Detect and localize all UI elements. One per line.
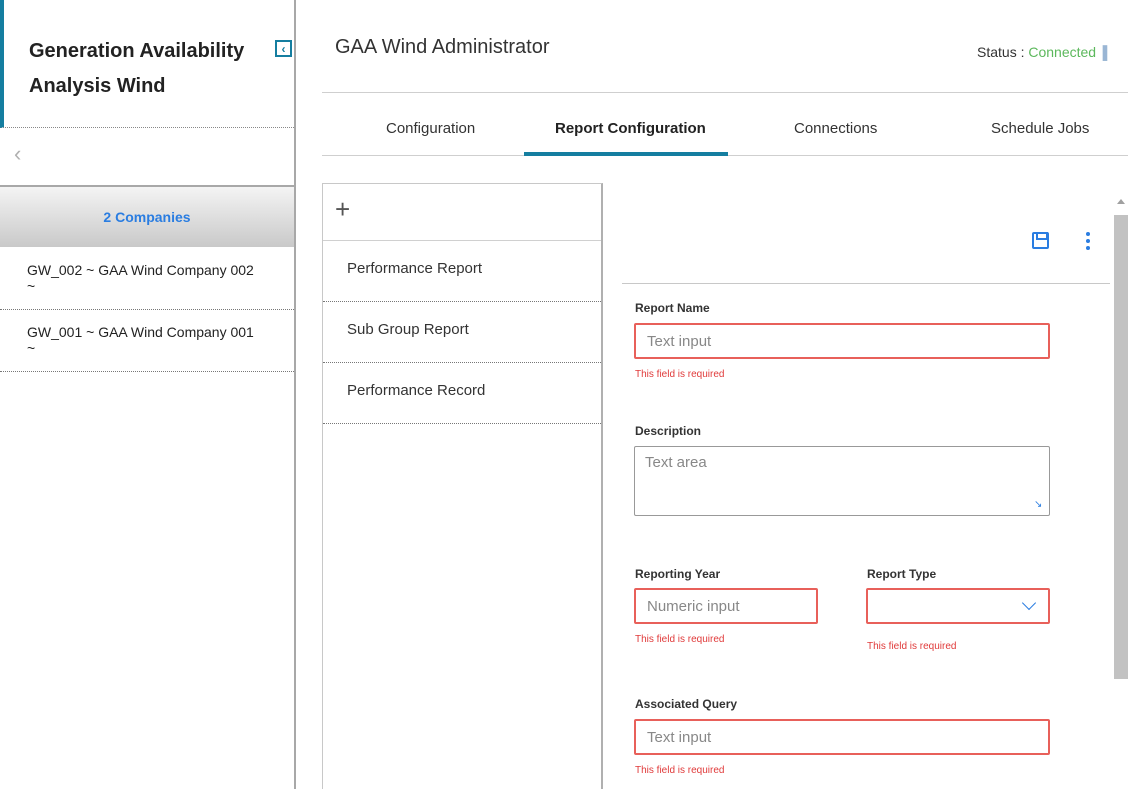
plus-icon[interactable]: + [335,196,350,222]
associated-query-label: Associated Query [635,697,738,711]
active-tab-indicator [524,152,728,156]
report-name-input[interactable] [634,323,1050,359]
reporting-year-input[interactable] [634,588,818,624]
report-form-panel: Report Name This field is required Descr… [604,183,1129,789]
scrollbar-thumb[interactable] [1114,215,1128,679]
add-report-row: + [323,184,601,241]
save-icon[interactable] [1032,232,1049,249]
reports-list-panel: + Performance Report Sub Group Report Pe… [322,183,603,789]
report-name-label: Report Name [635,301,710,315]
company-list: GW_002 ~ GAA Wind Company 002 ~ GW_001 ~… [0,248,294,372]
back-button[interactable]: ‹ [14,143,21,165]
status-value: Connected [1028,44,1097,60]
report-name-error: This field is required [635,369,725,380]
status-label: Status : [977,44,1029,60]
header-divider [322,92,1128,93]
resize-handle-icon[interactable]: ↘ [1034,500,1045,511]
scroll-up-arrow-icon[interactable] [1117,199,1125,204]
company-item-gw-001[interactable]: GW_001 ~ GAA Wind Company 001 ~ [0,310,294,372]
tab-report-configuration[interactable]: Report Configuration [555,120,706,137]
company-item-label: GW_001 ~ GAA Wind Company 001 ~ [27,324,254,356]
description-placeholder: Text area [645,454,707,471]
sidebar: Generation Availability Analysis Wind ‹ … [0,0,296,789]
report-item-sub-group-report[interactable]: Sub Group Report [323,302,601,363]
report-type-select[interactable] [866,588,1050,624]
chevron-left-icon: ‹ [281,41,286,56]
page-title: GAA Wind Administrator [335,36,550,58]
description-label: Description [635,424,702,438]
signal-icon: ▐ [1098,45,1108,60]
form-toolbar-divider [622,283,1110,284]
companies-count-label: 2 Companies [103,209,191,225]
more-vertical-icon[interactable] [1086,232,1090,250]
tab-bar: Configuration Report Configuration Conne… [322,108,1128,156]
chevron-left-icon: ‹ [14,141,22,166]
company-item-gw-002[interactable]: GW_002 ~ GAA Wind Company 002 ~ [0,248,294,310]
tab-configuration[interactable]: Configuration [386,120,475,137]
reporting-year-error: This field is required [635,634,725,645]
company-item-label: GW_002 ~ GAA Wind Company 002 ~ [27,262,254,294]
chevron-down-icon [1021,595,1037,611]
collapse-sidebar-button[interactable]: ‹ [275,40,292,57]
form-scrollbar[interactable] [1113,193,1129,789]
tab-connections[interactable]: Connections [794,120,877,137]
companies-header[interactable]: 2 Companies [0,185,294,247]
report-type-label: Report Type [867,567,937,581]
associated-query-input[interactable] [634,719,1050,755]
report-item-performance-record[interactable]: Performance Record [323,363,601,424]
report-item-performance-report[interactable]: Performance Report [323,241,601,302]
app-title: Generation Availability Analysis Wind [29,40,245,97]
connection-status: Status : Connected ▐ [977,44,1107,60]
description-textarea[interactable]: Text area ↘ [634,446,1050,516]
report-type-error: This field is required [867,641,957,652]
reporting-year-label: Reporting Year [635,567,721,581]
associated-query-error: This field is required [635,765,725,776]
tab-schedule-jobs[interactable]: Schedule Jobs [991,120,1089,137]
sidebar-header: Generation Availability Analysis Wind ‹ [0,0,294,128]
